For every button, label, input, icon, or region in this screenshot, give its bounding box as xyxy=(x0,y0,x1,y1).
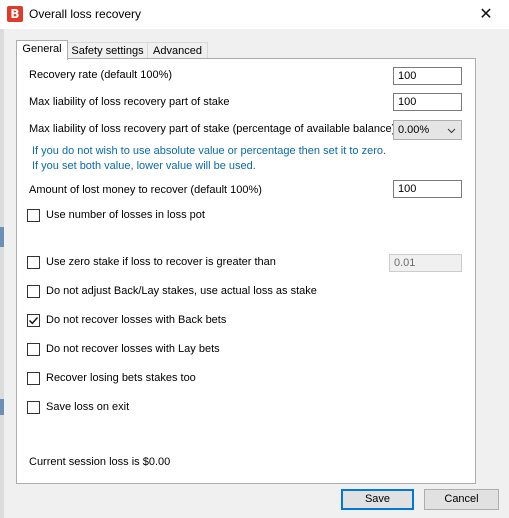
max-liability-percentage-value: 0.00% xyxy=(398,124,430,136)
do-not-recover-back-checkbox[interactable] xyxy=(27,314,40,327)
save-loss-on-exit-label: Save loss on exit xyxy=(46,401,130,413)
do-not-adjust-stakes-checkbox[interactable] xyxy=(27,285,40,298)
amount-to-recover-label: Amount of lost money to recover (default… xyxy=(29,184,262,196)
cancel-button[interactable]: Cancel xyxy=(424,489,499,510)
recover-losing-stakes-checkbox[interactable] xyxy=(27,372,40,385)
max-liability-label: Max liability of loss recovery part of s… xyxy=(29,96,230,108)
general-tab-panel: Recovery rate (default 100%) 100 Max lia… xyxy=(16,58,476,484)
do-not-recover-back-label: Do not recover losses with Back bets xyxy=(46,314,227,326)
use-number-of-losses-label: Use number of losses in loss pot xyxy=(46,209,205,221)
title-bar: B Overall loss recovery ✕ xyxy=(0,0,509,29)
max-liability-percentage-select[interactable]: 0.00% xyxy=(393,120,462,140)
max-liability-input[interactable]: 100 xyxy=(393,93,462,111)
zero-stake-threshold-input[interactable]: 0.01 xyxy=(389,254,462,272)
recovery-rate-label: Recovery rate (default 100%) xyxy=(29,69,173,81)
info-text-line-1: If you do not wish to use absolute value… xyxy=(32,145,387,157)
checkmark-icon xyxy=(29,317,39,325)
use-zero-stake-label: Use zero stake if loss to recover is gre… xyxy=(46,256,276,268)
window-title: Overall loss recovery xyxy=(29,7,142,21)
tab-general[interactable]: General xyxy=(16,40,68,60)
app-logo-icon: B xyxy=(7,6,23,22)
use-number-of-losses-checkbox[interactable] xyxy=(27,209,40,222)
save-button[interactable]: Save xyxy=(341,489,414,510)
amount-to-recover-input[interactable]: 100 xyxy=(393,180,462,198)
chevron-down-icon xyxy=(447,128,456,134)
do-not-adjust-stakes-label: Do not adjust Back/Lay stakes, use actua… xyxy=(46,285,317,297)
session-loss-text: Current session loss is $0.00 xyxy=(29,456,171,468)
use-zero-stake-checkbox[interactable] xyxy=(27,256,40,269)
save-loss-on-exit-checkbox[interactable] xyxy=(27,401,40,414)
info-text-line-2: If you set both value, lower value will … xyxy=(32,160,256,172)
recovery-rate-input[interactable]: 100 xyxy=(393,67,462,85)
tab-advanced[interactable]: Advanced xyxy=(147,42,208,59)
close-icon[interactable]: ✕ xyxy=(463,0,509,29)
do-not-recover-lay-label: Do not recover losses with Lay bets xyxy=(46,343,220,355)
background-window-edge xyxy=(0,29,4,518)
do-not-recover-lay-checkbox[interactable] xyxy=(27,343,40,356)
tab-safety-settings[interactable]: Safety settings xyxy=(67,42,148,59)
max-liability-percentage-label: Max liability of loss recovery part of s… xyxy=(29,123,396,135)
recover-losing-stakes-label: Recover losing bets stakes too xyxy=(46,372,196,384)
